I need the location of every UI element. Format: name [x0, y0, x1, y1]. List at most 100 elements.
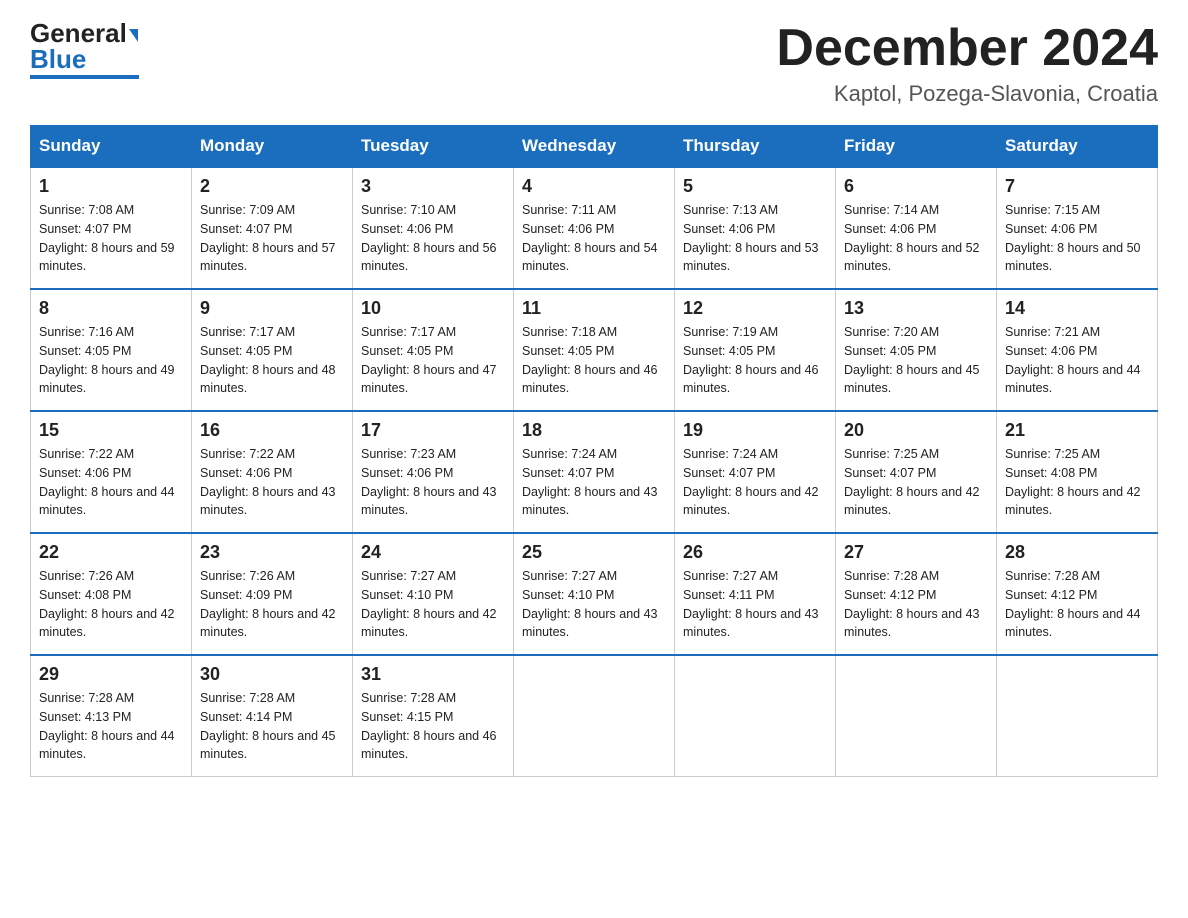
day-number: 25 [522, 542, 666, 563]
day-info: Sunrise: 7:13 AM Sunset: 4:06 PM Dayligh… [683, 201, 827, 276]
day-info: Sunrise: 7:17 AM Sunset: 4:05 PM Dayligh… [200, 323, 344, 398]
day-number: 9 [200, 298, 344, 319]
table-row: 14 Sunrise: 7:21 AM Sunset: 4:06 PM Dayl… [997, 289, 1158, 411]
title-area: December 2024 Kaptol, Pozega-Slavonia, C… [776, 20, 1158, 107]
day-info: Sunrise: 7:19 AM Sunset: 4:05 PM Dayligh… [683, 323, 827, 398]
table-row: 24 Sunrise: 7:27 AM Sunset: 4:10 PM Dayl… [353, 533, 514, 655]
logo-text: General [30, 20, 139, 46]
day-number: 27 [844, 542, 988, 563]
table-row: 30 Sunrise: 7:28 AM Sunset: 4:14 PM Dayl… [192, 655, 353, 777]
day-info: Sunrise: 7:17 AM Sunset: 4:05 PM Dayligh… [361, 323, 505, 398]
day-info: Sunrise: 7:22 AM Sunset: 4:06 PM Dayligh… [39, 445, 183, 520]
calendar-header: Sunday Monday Tuesday Wednesday Thursday… [31, 126, 1158, 168]
page-header: General Blue December 2024 Kaptol, Pozeg… [30, 20, 1158, 107]
table-row: 16 Sunrise: 7:22 AM Sunset: 4:06 PM Dayl… [192, 411, 353, 533]
table-row: 6 Sunrise: 7:14 AM Sunset: 4:06 PM Dayli… [836, 167, 997, 289]
day-number: 7 [1005, 176, 1149, 197]
day-number: 17 [361, 420, 505, 441]
day-number: 11 [522, 298, 666, 319]
table-row: 19 Sunrise: 7:24 AM Sunset: 4:07 PM Dayl… [675, 411, 836, 533]
table-row: 20 Sunrise: 7:25 AM Sunset: 4:07 PM Dayl… [836, 411, 997, 533]
month-title: December 2024 [776, 20, 1158, 77]
day-info: Sunrise: 7:16 AM Sunset: 4:05 PM Dayligh… [39, 323, 183, 398]
table-row: 29 Sunrise: 7:28 AM Sunset: 4:13 PM Dayl… [31, 655, 192, 777]
logo-underline [30, 75, 139, 79]
day-info: Sunrise: 7:14 AM Sunset: 4:06 PM Dayligh… [844, 201, 988, 276]
day-info: Sunrise: 7:28 AM Sunset: 4:15 PM Dayligh… [361, 689, 505, 764]
day-number: 29 [39, 664, 183, 685]
day-number: 6 [844, 176, 988, 197]
calendar-table: Sunday Monday Tuesday Wednesday Thursday… [30, 125, 1158, 777]
day-number: 28 [1005, 542, 1149, 563]
day-info: Sunrise: 7:28 AM Sunset: 4:14 PM Dayligh… [200, 689, 344, 764]
day-info: Sunrise: 7:11 AM Sunset: 4:06 PM Dayligh… [522, 201, 666, 276]
table-row: 13 Sunrise: 7:20 AM Sunset: 4:05 PM Dayl… [836, 289, 997, 411]
day-info: Sunrise: 7:25 AM Sunset: 4:07 PM Dayligh… [844, 445, 988, 520]
location-title: Kaptol, Pozega-Slavonia, Croatia [776, 81, 1158, 107]
table-row: 5 Sunrise: 7:13 AM Sunset: 4:06 PM Dayli… [675, 167, 836, 289]
day-info: Sunrise: 7:10 AM Sunset: 4:06 PM Dayligh… [361, 201, 505, 276]
table-row: 11 Sunrise: 7:18 AM Sunset: 4:05 PM Dayl… [514, 289, 675, 411]
table-row [997, 655, 1158, 777]
day-info: Sunrise: 7:08 AM Sunset: 4:07 PM Dayligh… [39, 201, 183, 276]
day-info: Sunrise: 7:26 AM Sunset: 4:08 PM Dayligh… [39, 567, 183, 642]
day-number: 15 [39, 420, 183, 441]
table-row: 2 Sunrise: 7:09 AM Sunset: 4:07 PM Dayli… [192, 167, 353, 289]
table-row: 7 Sunrise: 7:15 AM Sunset: 4:06 PM Dayli… [997, 167, 1158, 289]
table-row: 10 Sunrise: 7:17 AM Sunset: 4:05 PM Dayl… [353, 289, 514, 411]
day-number: 16 [200, 420, 344, 441]
day-number: 1 [39, 176, 183, 197]
table-row: 23 Sunrise: 7:26 AM Sunset: 4:09 PM Dayl… [192, 533, 353, 655]
table-row: 21 Sunrise: 7:25 AM Sunset: 4:08 PM Dayl… [997, 411, 1158, 533]
header-tuesday: Tuesday [353, 126, 514, 168]
table-row: 25 Sunrise: 7:27 AM Sunset: 4:10 PM Dayl… [514, 533, 675, 655]
day-number: 14 [1005, 298, 1149, 319]
logo: General Blue [30, 20, 139, 79]
day-info: Sunrise: 7:28 AM Sunset: 4:13 PM Dayligh… [39, 689, 183, 764]
day-number: 19 [683, 420, 827, 441]
table-row [836, 655, 997, 777]
day-number: 23 [200, 542, 344, 563]
day-number: 10 [361, 298, 505, 319]
day-info: Sunrise: 7:18 AM Sunset: 4:05 PM Dayligh… [522, 323, 666, 398]
day-number: 8 [39, 298, 183, 319]
table-row: 12 Sunrise: 7:19 AM Sunset: 4:05 PM Dayl… [675, 289, 836, 411]
day-info: Sunrise: 7:22 AM Sunset: 4:06 PM Dayligh… [200, 445, 344, 520]
day-number: 12 [683, 298, 827, 319]
table-row: 1 Sunrise: 7:08 AM Sunset: 4:07 PM Dayli… [31, 167, 192, 289]
table-row [675, 655, 836, 777]
header-sunday: Sunday [31, 126, 192, 168]
table-row: 8 Sunrise: 7:16 AM Sunset: 4:05 PM Dayli… [31, 289, 192, 411]
day-number: 5 [683, 176, 827, 197]
header-thursday: Thursday [675, 126, 836, 168]
table-row: 18 Sunrise: 7:24 AM Sunset: 4:07 PM Dayl… [514, 411, 675, 533]
day-info: Sunrise: 7:28 AM Sunset: 4:12 PM Dayligh… [844, 567, 988, 642]
table-row: 31 Sunrise: 7:28 AM Sunset: 4:15 PM Dayl… [353, 655, 514, 777]
day-info: Sunrise: 7:15 AM Sunset: 4:06 PM Dayligh… [1005, 201, 1149, 276]
day-number: 3 [361, 176, 505, 197]
logo-blue-text: Blue [30, 46, 86, 72]
day-info: Sunrise: 7:28 AM Sunset: 4:12 PM Dayligh… [1005, 567, 1149, 642]
day-info: Sunrise: 7:24 AM Sunset: 4:07 PM Dayligh… [683, 445, 827, 520]
day-info: Sunrise: 7:24 AM Sunset: 4:07 PM Dayligh… [522, 445, 666, 520]
day-info: Sunrise: 7:27 AM Sunset: 4:10 PM Dayligh… [522, 567, 666, 642]
day-number: 21 [1005, 420, 1149, 441]
table-row: 17 Sunrise: 7:23 AM Sunset: 4:06 PM Dayl… [353, 411, 514, 533]
header-saturday: Saturday [997, 126, 1158, 168]
day-number: 20 [844, 420, 988, 441]
table-row: 9 Sunrise: 7:17 AM Sunset: 4:05 PM Dayli… [192, 289, 353, 411]
table-row: 26 Sunrise: 7:27 AM Sunset: 4:11 PM Dayl… [675, 533, 836, 655]
table-row: 15 Sunrise: 7:22 AM Sunset: 4:06 PM Dayl… [31, 411, 192, 533]
day-info: Sunrise: 7:21 AM Sunset: 4:06 PM Dayligh… [1005, 323, 1149, 398]
day-number: 2 [200, 176, 344, 197]
table-row: 27 Sunrise: 7:28 AM Sunset: 4:12 PM Dayl… [836, 533, 997, 655]
header-wednesday: Wednesday [514, 126, 675, 168]
calendar-body: 1 Sunrise: 7:08 AM Sunset: 4:07 PM Dayli… [31, 167, 1158, 777]
day-info: Sunrise: 7:26 AM Sunset: 4:09 PM Dayligh… [200, 567, 344, 642]
day-number: 18 [522, 420, 666, 441]
table-row: 28 Sunrise: 7:28 AM Sunset: 4:12 PM Dayl… [997, 533, 1158, 655]
day-number: 4 [522, 176, 666, 197]
table-row: 3 Sunrise: 7:10 AM Sunset: 4:06 PM Dayli… [353, 167, 514, 289]
day-number: 30 [200, 664, 344, 685]
day-number: 24 [361, 542, 505, 563]
